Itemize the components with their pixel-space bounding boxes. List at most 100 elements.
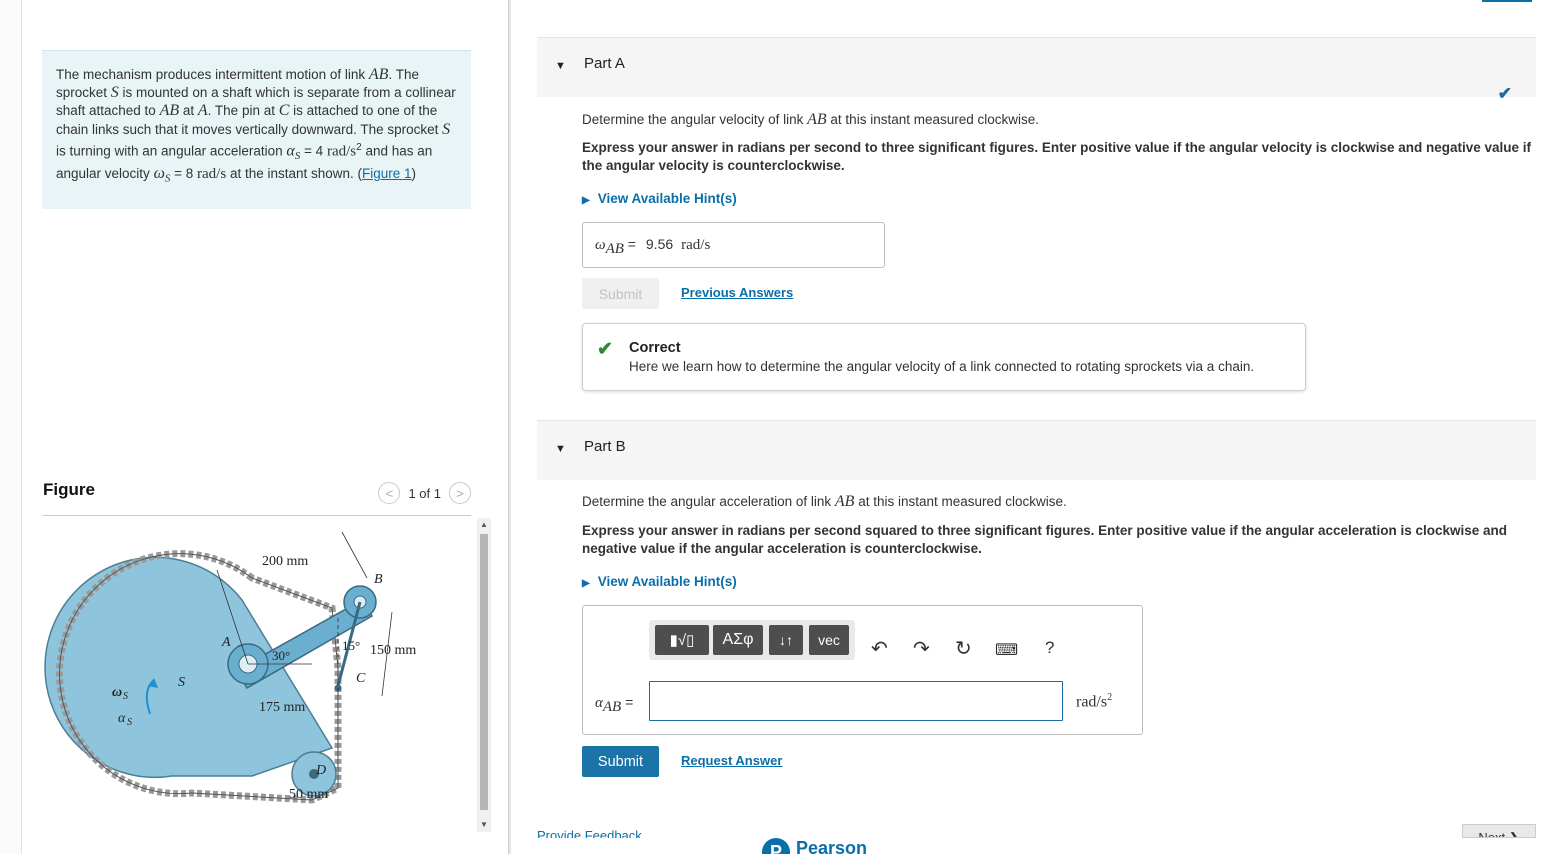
provide-feedback-link[interactable]: Provide Feedback [537,826,642,838]
undo-icon[interactable]: ↶ [871,636,888,661]
arrows-button[interactable]: ↓↑ [769,625,803,655]
answer-equals: = [621,694,634,710]
answer-label: αAB = [595,694,633,716]
hint-triangle-icon: ▶ [582,578,590,589]
figure-header: Figure < 1 of 1 > [42,478,471,516]
figure-scrollbar[interactable]: ▲ ▼ [477,518,491,832]
math-ab: AB [807,111,827,128]
collapse-triangle-icon[interactable]: ▼ [555,443,566,455]
question-text: at this instant measured clockwise. [826,112,1040,127]
math-unit: rad/s [197,166,227,183]
label-50mm: 50 mm [289,787,328,802]
part-a-submit-button[interactable]: Submit [582,278,659,309]
math-c: C [278,102,290,120]
panel-divider[interactable] [508,0,511,854]
greek-symbols-button[interactable]: ΑΣφ [713,625,763,655]
redo-icon[interactable]: ↷ [913,636,930,661]
label-alpha-s-sub: S [127,717,132,728]
next-button[interactable]: Next ❯ [1462,824,1536,838]
checkmark-icon: ✔ [1497,84,1512,103]
reset-icon[interactable]: ↻ [955,636,972,661]
label-b: B [374,572,383,587]
problem-statement: The mechanism produces intermittent moti… [42,50,471,209]
problem-text: is turning with an angular acceleration [56,143,287,159]
unit-text: rad/s [1076,693,1108,711]
part-a-header[interactable]: ▼ Part A ✔ [537,37,1536,103]
top-accent-line [1482,0,1532,2]
scroll-thumb[interactable] [480,534,488,810]
math-alpha: α [286,142,295,160]
problem-text: at the instant shown. ( [226,166,363,182]
math-unit: rad/s [326,143,357,160]
answer-subscript: AB [605,240,624,257]
problem-text: The mechanism produces intermittent moti… [56,67,369,82]
part-b-header[interactable]: ▼ Part B [537,420,1536,480]
previous-answers-link[interactable]: Previous Answers [681,285,793,300]
label-alpha-s: α [118,711,126,726]
label-30deg: 30° [272,648,290,663]
figure-link[interactable]: Figure 1 [362,166,412,181]
correct-feedback-box: ✔ Correct Here we learn how to determine… [582,323,1306,391]
answer-unit: rad/s2 [1076,692,1112,711]
label-a: A [221,635,231,650]
figure-pager: < 1 of 1 > [378,482,471,504]
templates-button[interactable]: ▮√▯ [655,625,709,655]
part-a-hint-toggle[interactable]: ▶ View Available Hint(s) [582,191,737,206]
vector-button[interactable]: vec [809,625,849,655]
hint-label: View Available Hint(s) [597,191,737,206]
answer-unit: rad/s [681,237,711,253]
part-b-question: Determine the angular acceleration of li… [582,493,1067,511]
label-175mm: 175 mm [259,700,305,715]
math-ab: AB [834,493,855,510]
math-s: S [442,120,451,138]
question-text: at this instant measured clockwise. [854,494,1067,509]
hint-triangle-icon: ▶ [582,195,590,206]
math-toolbar: ▮√▯ ΑΣφ ↓↑ vec [649,620,855,660]
next-figure-button[interactable]: > [449,482,471,504]
mechanism-figure: 200 mm 150 mm 175 mm 50 mm 30° 15° A B C… [44,531,416,804]
part-a-question: Determine the angular velocity of link A… [582,111,1039,129]
label-15deg: 15° [342,638,360,653]
request-answer-link[interactable]: Request Answer [681,753,782,768]
scroll-up-icon[interactable]: ▲ [477,518,491,532]
collapse-triangle-icon[interactable]: ▼ [555,60,566,72]
part-b-math-editor: ▮√▯ ΑΣφ ↓↑ vec ↶ ↷ ↻ ⌨ ? αAB = rad/s2 [582,605,1143,735]
label-omega-s-sub: S [123,691,128,702]
help-icon[interactable]: ? [1045,638,1054,658]
keyboard-icon[interactable]: ⌨ [995,640,1018,660]
correct-title: Correct [629,340,681,356]
pearson-logo-icon: P [762,838,790,854]
part-a-instructions: Express your answer in radians per secon… [582,140,1532,173]
problem-text: at [179,103,198,119]
prev-figure-button[interactable]: < [378,482,401,504]
label-200mm: 200 mm [262,554,308,569]
part-b-submit-button[interactable]: Submit [582,746,659,777]
label-s: S [178,675,185,690]
unit-sup: 2 [1107,692,1113,703]
hint-label: View Available Hint(s) [597,574,737,589]
label-omega-s: ω [112,685,122,700]
problem-text: . The pin at [207,103,279,119]
figure-title: Figure [43,480,95,499]
problem-value: = 8 [170,166,198,182]
correct-check-icon: ✔ [597,339,613,360]
part-b-instructions: Express your answer in radians per secon… [582,523,1508,556]
scroll-down-icon[interactable]: ▼ [477,818,491,832]
math-ab: AB [159,102,180,120]
figure-page-count: 1 of 1 [408,485,441,501]
part-b-section: ▼ Part B [537,420,1536,480]
alpha-ab-input[interactable] [649,681,1063,721]
answer-equals: = [623,236,640,252]
part-a-answer-box: ωAB = 9.56 rad/s [582,222,885,268]
pearson-brand: Pearson [796,838,868,854]
problem-text: ) [411,166,417,182]
correct-message: Here we learn how to determine the angul… [629,359,1255,374]
part-b-hint-toggle[interactable]: ▶ View Available Hint(s) [582,574,737,589]
question-text: Determine the angular acceleration of li… [582,494,835,509]
math-s: S [110,84,119,102]
part-a-section: ▼ Part A ✔ [537,37,1536,103]
answer-symbol: α [595,695,603,711]
part-b-title: Part B [584,438,626,455]
math-a: A [197,102,208,120]
pearson-logo: P Pearson [762,838,867,854]
